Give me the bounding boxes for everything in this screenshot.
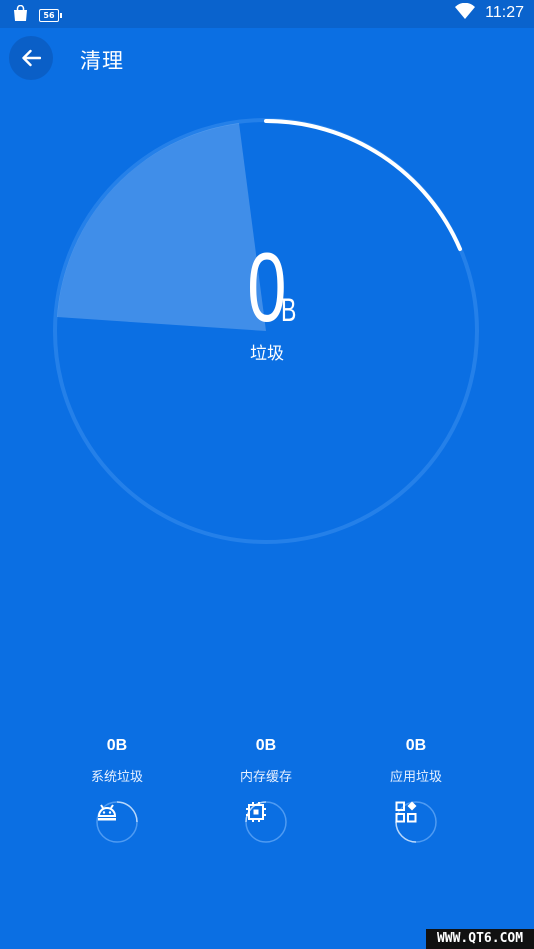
category-value: 0B [106,737,128,754]
category-name: 内存缓存 [239,770,292,785]
category-memory-cache[interactable]: 0B 内存缓存 [206,735,326,844]
category-system-junk[interactable]: 0B 系统垃圾 [57,735,177,844]
category-name: 应用垃圾 [389,770,442,785]
category-row: 0B 系统垃圾 0B 内存缓存 0B 应用垃圾 [0,735,534,855]
cpu-chip-icon [244,800,288,844]
junk-total-label: 垃圾 [250,344,284,364]
watermark: WWW.QT6.COM [426,929,534,949]
junk-total: 0B [0,238,534,336]
category-app-junk[interactable]: 0B 应用垃圾 [356,735,476,844]
android-icon [95,800,139,844]
apps-grid-icon [394,800,438,844]
scan-progress-arc [264,119,462,251]
category-value: 0B [255,737,277,754]
category-name: 系统垃圾 [90,770,143,785]
category-value: 0B [405,737,427,754]
junk-total-unit: B [280,292,296,328]
